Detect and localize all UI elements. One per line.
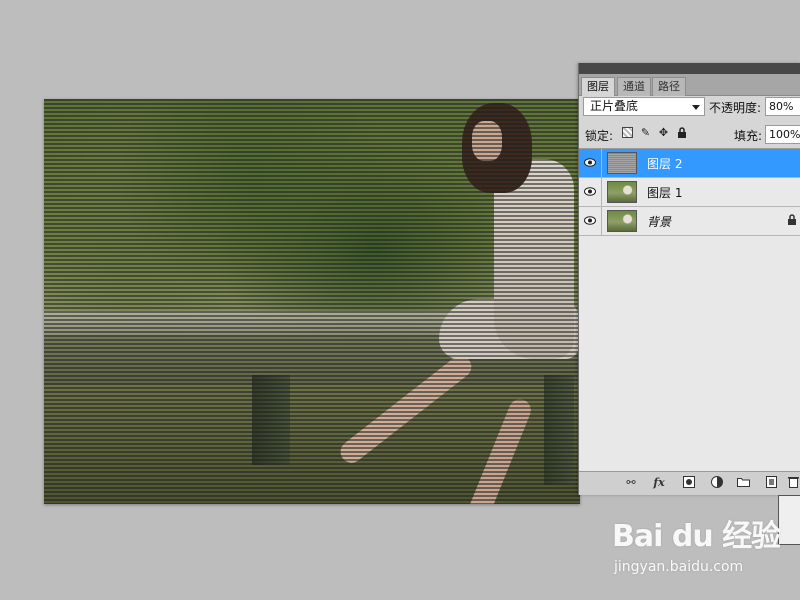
layer-name[interactable]: 图层 1: [647, 184, 682, 201]
lock-all-icon[interactable]: [676, 127, 687, 138]
fill-label: 填充:: [734, 129, 763, 143]
layer-row-background[interactable]: 背景: [579, 207, 800, 236]
panel-tabs: 图层 通道 路径: [579, 74, 800, 96]
opacity-input[interactable]: 80%: [765, 97, 800, 116]
eye-icon: [584, 187, 596, 196]
folder-icon[interactable]: [737, 476, 750, 490]
scanline-overlay: [44, 99, 580, 504]
layer-name[interactable]: 图层 2: [647, 155, 682, 172]
watermark: Bai du 经验 jingyan.baidu.com: [612, 519, 781, 576]
tab-channels[interactable]: 通道: [617, 77, 651, 96]
adjustment-icon[interactable]: [711, 476, 723, 490]
layer-row-layer1[interactable]: 图层 1: [579, 178, 800, 207]
layer-thumbnail[interactable]: [607, 181, 637, 203]
panel-title-bar[interactable]: [579, 63, 800, 74]
fill-input[interactable]: 100%: [765, 125, 800, 144]
lock-move-icon[interactable]: ✥: [658, 127, 669, 138]
blend-mode-value: 正片叠底: [590, 99, 639, 113]
lock-brush-icon[interactable]: ✎: [640, 127, 651, 138]
layer-thumbnail[interactable]: [607, 210, 637, 232]
lock-icon: [787, 214, 797, 228]
opacity-label: 不透明度:: [709, 101, 762, 115]
eye-icon: [584, 216, 596, 225]
tab-paths[interactable]: 路径: [652, 77, 686, 96]
visibility-toggle[interactable]: [579, 178, 602, 206]
adjacent-panel-edge: [778, 495, 800, 545]
trash-icon[interactable]: [787, 476, 799, 490]
layers-bottom-toolbar: ⚯ fx: [579, 471, 800, 495]
visibility-toggle[interactable]: [579, 207, 602, 235]
chevron-down-icon: [692, 105, 700, 110]
image-canvas[interactable]: [44, 99, 580, 504]
lock-transparent-icon[interactable]: [622, 127, 633, 138]
watermark-url: jingyan.baidu.com: [614, 559, 744, 575]
layer-name[interactable]: 背景: [647, 213, 671, 230]
eye-icon: [584, 158, 596, 167]
layer-thumbnail[interactable]: [607, 152, 637, 174]
lock-label: 锁定:: [585, 129, 614, 143]
layer-row-layer2[interactable]: 图层 2: [579, 149, 800, 178]
layers-list: 图层 2 图层 1 背景: [579, 148, 800, 471]
fx-icon[interactable]: fx: [653, 476, 665, 490]
new-layer-icon[interactable]: [765, 476, 777, 490]
visibility-toggle[interactable]: [579, 149, 602, 177]
blend-mode-select[interactable]: 正片叠底: [583, 97, 705, 116]
link-icon[interactable]: ⚯: [625, 476, 637, 490]
mask-icon[interactable]: [683, 476, 695, 490]
watermark-logo: Bai du 经验: [612, 519, 781, 554]
tab-layers[interactable]: 图层: [581, 77, 615, 96]
layers-panel: 图层 通道 路径 正片叠底 不透明度: 80% 锁定: ✎ ✥ 填充: 100%…: [578, 63, 800, 495]
